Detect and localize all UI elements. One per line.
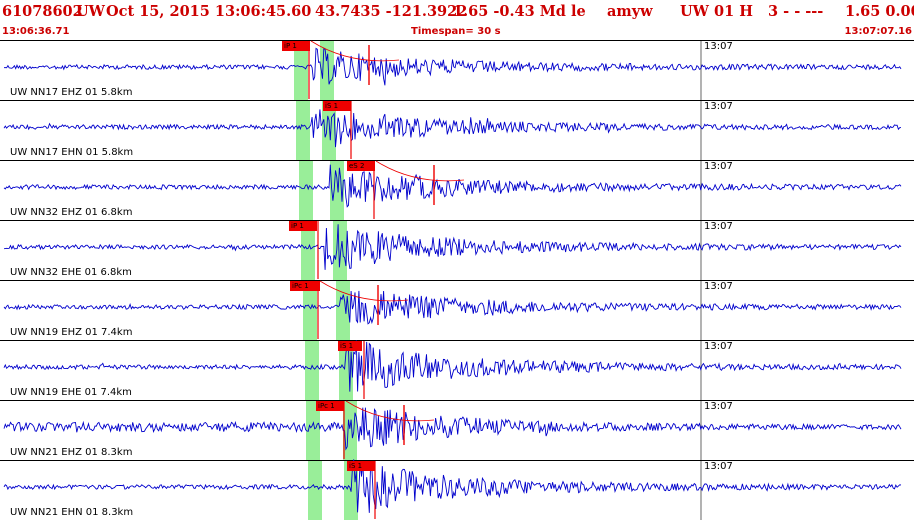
minute-tick-label: 13:07 [704, 221, 733, 232]
phase-pick-label[interactable]: iP 1 [282, 41, 310, 51]
minute-tick-label: 13:07 [704, 101, 733, 112]
s-window-highlight [336, 280, 350, 340]
trace-channel-label: UW NN17 EHZ 01 5.8km [10, 87, 133, 98]
waveform-trace[interactable] [3, 224, 902, 270]
trace-channel-label: UW NN32 EHE 01 6.8km [10, 267, 132, 278]
seismogram-canvas[interactable] [0, 40, 914, 520]
trace-channel-label: UW NN19 EHE 01 7.4km [10, 387, 132, 398]
event-header: 61078602 UW Oct 15, 2015 13:06:45.60 43.… [0, 0, 914, 23]
minute-tick-label: 13:07 [704, 461, 733, 472]
p-window-highlight [296, 100, 310, 160]
minute-tick-label: 13:07 [704, 41, 733, 52]
timespan: Timespan= 30 s [411, 26, 501, 37]
waveform-trace[interactable] [3, 407, 902, 451]
end-time: 13:07:07.16 [844, 26, 912, 37]
event-network: UW [76, 3, 105, 20]
phase-pick-label[interactable]: iPc 1 [316, 401, 344, 411]
trace-channel-label: UW NN17 EHN 01 5.8km [10, 147, 134, 158]
event-extra: 1.65 0.00 [845, 3, 914, 20]
phase-pick-label[interactable]: iS 1 [338, 341, 362, 351]
phase-pick-label[interactable]: iP 1 [289, 221, 317, 231]
minute-tick-label: 13:07 [704, 341, 733, 352]
minute-tick-label: 13:07 [704, 281, 733, 292]
event-id: 61078602 [2, 3, 83, 20]
waveform-trace[interactable] [3, 47, 902, 86]
event-magnitude: 1.65 -0.43 Md le [453, 3, 586, 20]
phase-pick-label[interactable]: eS 2 [347, 161, 375, 171]
event-source: UW 01 H [680, 3, 753, 20]
waveform-trace[interactable] [3, 459, 902, 513]
s-window-highlight [320, 40, 334, 100]
trace-channel-label: UW NN19 EHZ 01 7.4km [10, 327, 133, 338]
waveform-trace[interactable] [3, 290, 902, 325]
waveform-trace[interactable] [3, 164, 902, 208]
minute-tick-label: 13:07 [704, 401, 733, 412]
station-code: amyw [607, 3, 653, 20]
start-time: 13:06:36.71 [2, 26, 70, 37]
p-window-highlight [308, 460, 322, 520]
p-window-highlight [305, 340, 319, 400]
phase-pick-label[interactable]: iS 1 [347, 461, 375, 471]
phase-pick-label[interactable]: iS 1 [323, 101, 351, 111]
event-quality: 3 - - --- [768, 3, 824, 20]
waveform-trace[interactable] [3, 340, 902, 392]
minute-tick-label: 13:07 [704, 161, 733, 172]
trace-channel-label: UW NN32 EHZ 01 6.8km [10, 207, 133, 218]
s-window-highlight [343, 400, 357, 460]
event-location: 43.7435 -121.3922 [315, 3, 468, 20]
waveform-trace[interactable] [3, 109, 902, 148]
trace-channel-label: UW NN21 EHZ 01 8.3km [10, 447, 133, 458]
time-axis-header: 13:06:36.71 Timespan= 30 s 13:07:07.16 [0, 24, 914, 40]
seismogram-panel[interactable]: iP 1 13:07 UW NN17 EHZ 01 5.8km iS 1 13:07 UW… [0, 40, 914, 520]
s-window-highlight [333, 220, 347, 280]
phase-pick-label[interactable]: iPc 1 [290, 281, 320, 291]
event-datetime: Oct 15, 2015 13:06:45.60 [106, 3, 312, 20]
trace-channel-label: UW NN21 EHN 01 8.3km [10, 507, 134, 518]
p-window-highlight [299, 160, 313, 220]
